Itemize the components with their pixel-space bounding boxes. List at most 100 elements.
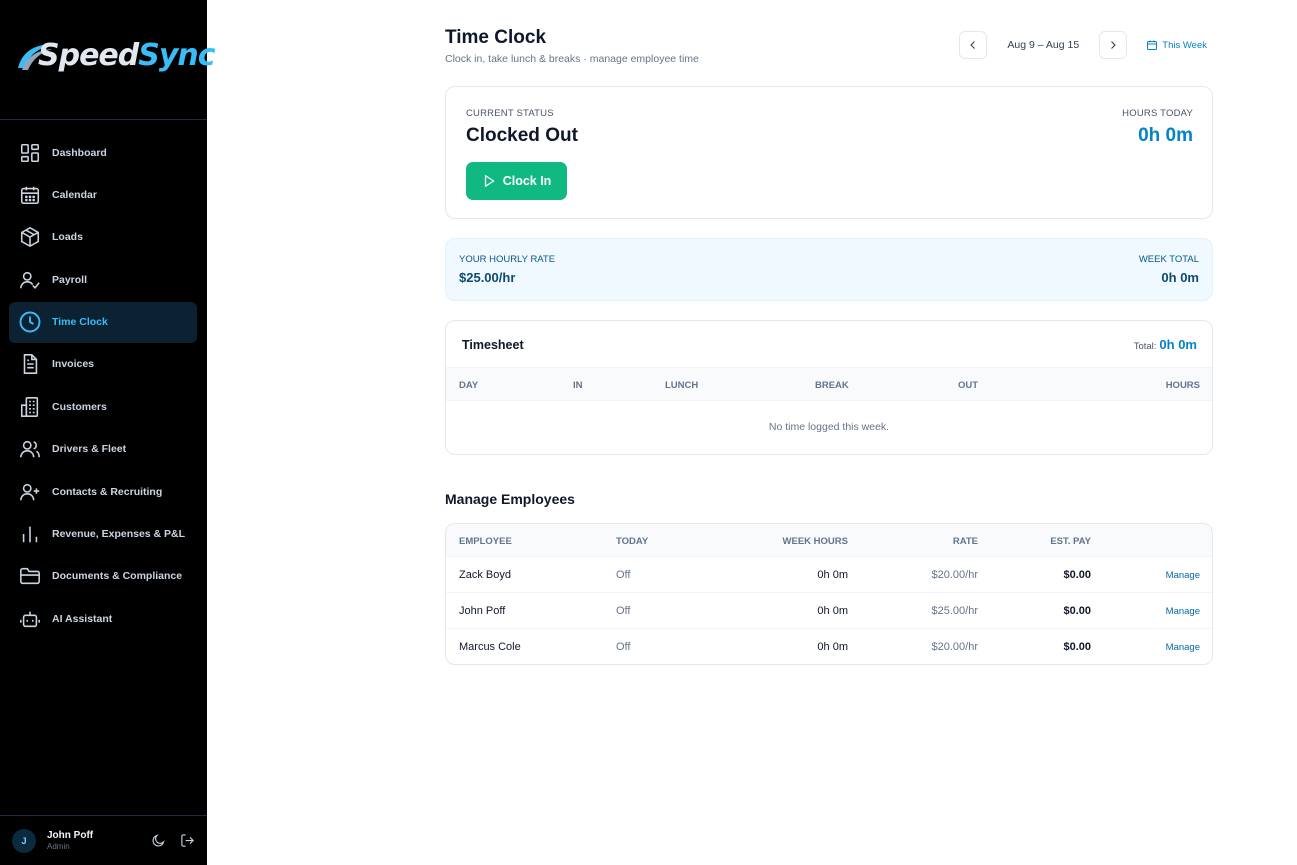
users-icon: [18, 437, 42, 461]
sidebar-item-label: Calendar: [52, 188, 97, 201]
employees-header-row: EMPLOYEE TODAY WEEK HOURS RATE EST. PAY: [446, 524, 1212, 557]
package-icon: [18, 225, 42, 249]
timesheet-total: Total: 0h 0m: [1134, 337, 1197, 352]
sidebar-item-label: Loads: [52, 231, 83, 244]
calendar-icon: [1147, 40, 1158, 50]
previous-week-button[interactable]: [959, 31, 988, 59]
timesheet-header-row: DAY IN LUNCH BREAK OUT HOURS: [446, 367, 1212, 401]
sidebar-item-loads[interactable]: Loads: [9, 217, 197, 258]
table-row: John Poff Off 0h 0m $25.00/hr $0.00 Mana…: [446, 593, 1212, 629]
employee-today: Off: [616, 605, 631, 617]
this-week-button[interactable]: This Week: [1146, 39, 1207, 51]
brand-logo[interactable]: SpeedSync: [0, 0, 216, 120]
sidebar-item-documents-compliance[interactable]: Documents & Compliance: [9, 556, 197, 597]
employee-rate: $25.00/hr: [931, 605, 978, 617]
clock-in-button[interactable]: Clock In: [466, 162, 567, 200]
employee-name: Zack Boyd: [459, 569, 511, 581]
this-week-label: This Week: [1162, 39, 1207, 51]
employee-est-pay: $0.00: [1063, 605, 1091, 617]
calendar-icon: [18, 183, 42, 207]
column-header-day: DAY: [459, 380, 479, 391]
sidebar-item-payroll[interactable]: Payroll: [9, 259, 197, 300]
sidebar-item-label: Invoices: [52, 358, 95, 371]
current-status-label: CURRENT STATUS: [466, 108, 554, 119]
building-icon: [18, 395, 42, 419]
manage-employees-title: Manage Employees: [445, 491, 575, 507]
moon-icon[interactable]: [151, 833, 166, 853]
folder-icon: [18, 564, 42, 588]
sidebar-item-dashboard[interactable]: Dashboard: [9, 132, 197, 173]
brand-name: SpeedSync: [38, 38, 216, 73]
employee-rate: $20.00/hr: [931, 641, 978, 653]
column-header-in: IN: [573, 380, 583, 391]
employee-name: John Poff: [459, 605, 506, 617]
status-card: CURRENT STATUS Clocked Out HOURS TODAY 0…: [445, 86, 1213, 219]
clock-in-label: Clock In: [502, 174, 552, 188]
user-role: Admin: [47, 842, 70, 851]
sidebar-nav: Dashboard Calendar Loads Payroll Time Cl…: [9, 132, 197, 641]
timesheet-total-value: 0h 0m: [1159, 337, 1197, 352]
column-header-break: BREAK: [815, 380, 849, 391]
logout-icon[interactable]: [180, 833, 195, 853]
bot-icon: [18, 607, 42, 631]
document-icon: [18, 352, 42, 376]
table-row: Zack Boyd Off 0h 0m $20.00/hr $0.00 Mana…: [446, 557, 1212, 593]
hours-today-label: HOURS TODAY: [1122, 108, 1193, 119]
employee-week-hours: 0h 0m: [817, 569, 848, 581]
sidebar-item-time-clock[interactable]: Time Clock: [9, 301, 197, 343]
user-plus-icon: [18, 480, 42, 504]
sidebar-item-label: Drivers & Fleet: [52, 443, 127, 456]
current-status-value: Clocked Out: [466, 125, 578, 146]
employees-table: EMPLOYEE TODAY WEEK HOURS RATE EST. PAY …: [445, 523, 1213, 665]
sidebar-item-revenue-expenses[interactable]: Revenue, Expenses & P&L: [9, 514, 197, 555]
week-total-label: WEEK TOTAL: [1138, 254, 1199, 265]
column-header-out: OUT: [958, 380, 979, 391]
sidebar-item-drivers-fleet[interactable]: Drivers & Fleet: [9, 429, 197, 470]
manage-employee-button[interactable]: Manage: [1166, 606, 1200, 617]
sidebar-item-invoices[interactable]: Invoices: [9, 344, 197, 385]
dashboard-icon: [18, 141, 42, 165]
sidebar-item-label: Contacts & Recruiting: [52, 485, 163, 498]
table-row: Marcus Cole Off 0h 0m $20.00/hr $0.00 Ma…: [446, 629, 1212, 664]
column-header-hours: HOURS: [1165, 380, 1200, 391]
page-subtitle: Clock in, take lunch & breaks · manage e…: [445, 53, 699, 65]
sidebar-item-label: AI Assistant: [52, 612, 113, 625]
sidebar-item-label: Documents & Compliance: [52, 570, 183, 583]
column-header-today: TODAY: [616, 536, 649, 547]
employee-est-pay: $0.00: [1063, 641, 1091, 653]
chevron-right-icon: [1111, 41, 1117, 49]
column-header-lunch: LUNCH: [665, 380, 699, 391]
next-week-button[interactable]: [1099, 31, 1128, 59]
user-check-icon: [18, 268, 42, 292]
sidebar-item-label: Time Clock: [52, 316, 108, 329]
avatar[interactable]: J: [12, 828, 36, 853]
week-total-value: 0h 0m: [1161, 270, 1199, 285]
column-header-est-pay: EST. PAY: [1050, 536, 1091, 547]
sidebar-item-calendar[interactable]: Calendar: [9, 174, 197, 215]
sidebar-item-ai-assistant[interactable]: AI Assistant: [9, 598, 197, 639]
hourly-rate-label: YOUR HOURLY RATE: [459, 254, 556, 265]
employee-name: Marcus Cole: [459, 641, 521, 653]
employee-week-hours: 0h 0m: [817, 641, 848, 653]
employee-week-hours: 0h 0m: [817, 605, 848, 617]
hourly-rate-value: $25.00/hr: [459, 270, 516, 285]
week-range: Aug 9 – Aug 15: [1007, 39, 1080, 51]
sidebar-item-customers[interactable]: Customers: [9, 386, 197, 427]
play-icon: [484, 175, 494, 187]
chevron-left-icon: [970, 41, 976, 49]
clock-icon: [18, 310, 42, 334]
sidebar: SpeedSync Dashboard Calendar Loads Payro…: [0, 0, 216, 865]
timesheet-total-label: Total:: [1133, 341, 1157, 352]
sidebar-item-label: Payroll: [52, 273, 88, 286]
sidebar-item-label: Customers: [52, 400, 107, 413]
manage-employee-button[interactable]: Manage: [1166, 570, 1200, 581]
column-header-employee: EMPLOYEE: [459, 536, 512, 547]
manage-employee-button[interactable]: Manage: [1166, 642, 1200, 653]
week-navigator: Aug 9 – Aug 15 This Week: [959, 31, 1213, 59]
user-name: John Poff: [47, 830, 94, 841]
sidebar-item-contacts-recruiting[interactable]: Contacts & Recruiting: [9, 471, 197, 512]
user-info: John Poff Admin: [47, 830, 93, 851]
employee-today: Off: [616, 569, 631, 581]
timesheet-title: Timesheet: [462, 338, 524, 352]
user-actions: [151, 833, 195, 853]
